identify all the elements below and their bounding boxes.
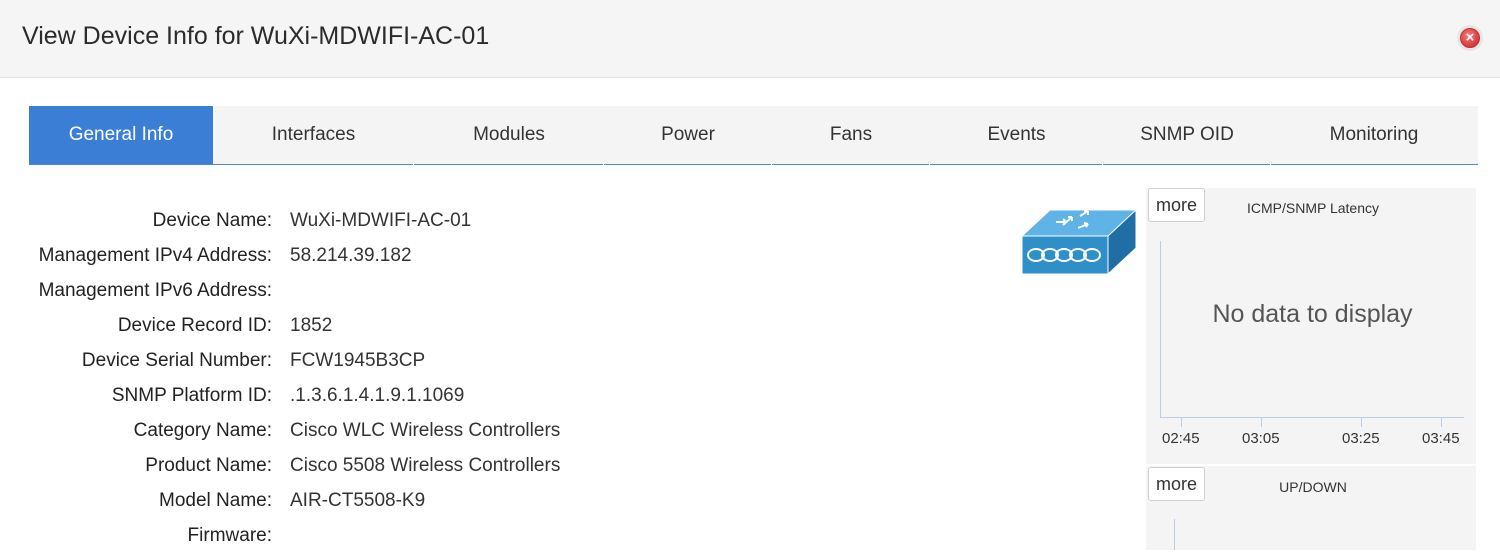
x-tick: [1181, 418, 1182, 427]
tab-power[interactable]: Power: [604, 106, 772, 165]
modal-header: View Device Info for WuXi-MDWIFI-AC-01 ×: [0, 0, 1500, 78]
latency-more-button[interactable]: more: [1148, 188, 1205, 222]
info-label: SNMP Platform ID:: [111, 385, 272, 406]
info-label: Product Name:: [145, 455, 272, 476]
info-value: .1.3.6.1.4.1.9.1.1069: [290, 385, 465, 406]
no-data-message: No data to display: [1212, 300, 1413, 328]
tab-interfaces[interactable]: Interfaces: [213, 106, 414, 165]
x-tick: [1261, 418, 1262, 427]
latency-y-axis: [1160, 241, 1161, 417]
info-value: Cisco 5508 Wireless Controllers: [290, 455, 561, 476]
tab-monitoring[interactable]: Monitoring: [1271, 106, 1477, 164]
info-value: 58.214.39.182: [290, 245, 412, 266]
tab-general-info[interactable]: General Info: [29, 106, 213, 164]
tab-modules[interactable]: Modules: [414, 106, 604, 165]
x-tick-label: 03:05: [1242, 430, 1280, 447]
info-value: 1852: [290, 315, 333, 336]
info-value: Cisco WLC Wireless Controllers: [290, 420, 561, 441]
updown-y-axis: [1174, 519, 1175, 550]
info-label: Category Name:: [133, 420, 272, 441]
tab-bar: General Info Interfaces Modules Power Fa…: [29, 106, 1478, 165]
latency-panel: more ICMP/SNMP Latency No data to displa…: [1146, 188, 1476, 464]
x-tick: [1361, 418, 1362, 427]
info-label: Management IPv6 Address:: [38, 280, 272, 301]
updown-panel-title: UP/DOWN: [1279, 479, 1347, 495]
x-tick-label: 03:45: [1422, 430, 1460, 447]
latency-panel-title: ICMP/SNMP Latency: [1246, 200, 1379, 216]
close-icon: ×: [1460, 28, 1480, 48]
modal-title: View Device Info for WuXi-MDWIFI-AC-01: [22, 22, 490, 50]
tab-snmp-oid[interactable]: SNMP OID: [1103, 106, 1271, 165]
info-label: Device Serial Number:: [81, 350, 272, 371]
tab-fans[interactable]: Fans: [772, 106, 930, 165]
latency-x-axis: [1160, 417, 1464, 418]
tab-events[interactable]: Events: [930, 106, 1103, 165]
info-value: AIR-CT5508-K9: [290, 490, 426, 511]
info-label: Model Name:: [159, 490, 272, 511]
info-label: Management IPv4 Address:: [38, 245, 272, 266]
x-tick: [1441, 418, 1442, 427]
info-value: FCW1945B3CP: [290, 350, 426, 371]
info-label: Device Record ID:: [117, 315, 272, 336]
wireless-controller-icon: [1020, 209, 1136, 276]
updown-more-button[interactable]: more: [1148, 467, 1205, 501]
close-button[interactable]: ×: [1457, 25, 1483, 51]
info-value: WuXi-MDWIFI-AC-01: [290, 210, 472, 231]
x-tick-label: 03:25: [1342, 430, 1380, 447]
info-label: Firmware:: [187, 525, 272, 546]
updown-panel: more UP/DOWN: [1146, 466, 1476, 550]
x-tick-label: 02:45: [1162, 430, 1200, 447]
info-label: Device Name:: [152, 210, 272, 231]
